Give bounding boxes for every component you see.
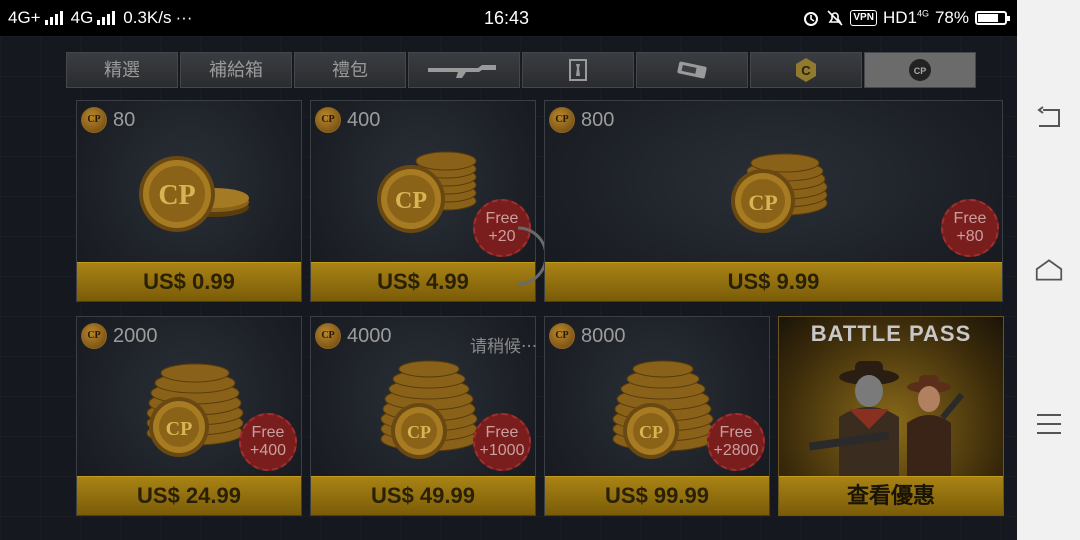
price-button[interactable]: US$ 49.99	[311, 476, 535, 515]
bonus-badge: Free +400	[239, 413, 297, 471]
status-left: 4G+ 4G 0.3K/s ···	[8, 8, 192, 28]
offer-card-800[interactable]: CP 800 CP Free +80 US$ 9.99	[544, 100, 1003, 302]
cp-coin-icon: CP	[81, 323, 107, 349]
battle-pass-title: BATTLE PASS	[810, 321, 972, 346]
cp-coin-icon: CP	[549, 323, 575, 349]
tab-weapons[interactable]	[408, 52, 520, 88]
tab-characters[interactable]	[522, 52, 634, 88]
c-coin-icon: C	[796, 58, 816, 82]
network-type-1: 4G+	[8, 8, 41, 27]
vpn-icon: VPN	[850, 10, 877, 26]
bonus-badge: Free +1000	[473, 413, 531, 471]
cp-coin-icon: CP	[315, 107, 341, 133]
price-button[interactable]: US$ 0.99	[77, 262, 301, 301]
svg-text:C: C	[801, 63, 811, 78]
tab-bundles[interactable]: 禮包	[294, 52, 406, 88]
back-button[interactable]	[1035, 104, 1063, 132]
battle-pass-characters-image	[808, 361, 965, 477]
tab-c-credits[interactable]: C	[750, 52, 862, 88]
character-icon	[569, 59, 587, 81]
system-nav-bar	[1017, 0, 1080, 540]
more-icon: ···	[175, 8, 193, 27]
tab-supply-crates[interactable]: 補給箱	[180, 52, 292, 88]
price-button[interactable]: US$ 24.99	[77, 476, 301, 515]
loading-text: 请稍候···	[470, 337, 538, 357]
mute-bell-icon	[827, 10, 843, 26]
cp-amount: CP 80	[81, 107, 135, 133]
status-bar: 4G+ 4G 0.3K/s ··· 16:43 VPN HD14G 78%	[0, 0, 1017, 36]
cp-coins-image: CP	[612, 360, 714, 459]
cp-coin-icon: CP	[549, 107, 575, 133]
offer-card-2000[interactable]: CP 2000 CP Free +400 US$ 24.99	[76, 316, 302, 516]
ticket-icon	[677, 61, 707, 79]
bonus-badge: Free +80	[941, 199, 999, 257]
cp-amount: CP 4000	[315, 323, 392, 349]
svg-text:CP: CP	[639, 422, 663, 442]
cp-coins-image: CP	[146, 363, 244, 457]
svg-text:CP: CP	[166, 418, 193, 440]
clock: 16:43	[484, 8, 530, 28]
bonus-badge: Free +2800	[707, 413, 765, 471]
battery-icon	[975, 11, 1010, 25]
status-right: VPN HD14G 78%	[802, 8, 1010, 28]
svg-text:CP: CP	[748, 190, 777, 215]
cp-coins-image: CP	[731, 153, 828, 233]
network-speed: 0.3K/s	[123, 8, 172, 27]
store-tabs: 精選 補給箱 禮包 C CP	[66, 52, 976, 88]
cp-amount: CP 400	[315, 107, 380, 133]
tab-featured[interactable]: 精選	[66, 52, 178, 88]
price-button[interactable]: US$ 99.99	[545, 476, 769, 515]
svg-text:CP: CP	[407, 422, 431, 442]
alarm-icon	[804, 12, 819, 26]
signal-icon	[44, 11, 63, 25]
svg-text:CP: CP	[395, 188, 427, 214]
signal-icon-2	[97, 11, 116, 25]
hd-indicator: HD14G	[882, 8, 929, 27]
cp-amount: CP 800	[549, 107, 614, 133]
price-button[interactable]: US$ 9.99	[545, 262, 1002, 301]
loading-spinner-icon	[517, 226, 544, 286]
cp-coin-icon: CP	[81, 107, 107, 133]
menu-button[interactable]	[1035, 410, 1063, 438]
offer-card-8000[interactable]: CP 8000 CP Free +2800 US$ 99.99	[544, 316, 770, 516]
home-button[interactable]	[1035, 256, 1063, 284]
store-screen: 精選 補給箱 禮包 C CP CP80 CP US$ 0.99 CP400	[0, 36, 1017, 540]
battery-percent: 78%	[934, 8, 969, 27]
cp-coins-image: CP	[139, 156, 249, 232]
cp-coins-image: CP	[380, 360, 478, 459]
network-type-2: 4G	[70, 8, 94, 27]
svg-text:CP: CP	[158, 180, 195, 211]
rifle-icon	[428, 65, 496, 78]
tab-tickets[interactable]	[636, 52, 748, 88]
battle-pass-card[interactable]: BATTLE PASS 查看優惠	[778, 316, 1004, 516]
view-offer-button[interactable]: 查看優惠	[779, 476, 1003, 515]
cp-coin-icon: CP	[315, 323, 341, 349]
svg-text:CP: CP	[914, 66, 927, 76]
tab-cp[interactable]: CP	[864, 52, 976, 88]
cp-coin-icon: CP	[909, 59, 931, 81]
offer-card-80[interactable]: CP 80 CP US$ 0.99	[76, 100, 302, 302]
cp-amount: CP 2000	[81, 323, 158, 349]
